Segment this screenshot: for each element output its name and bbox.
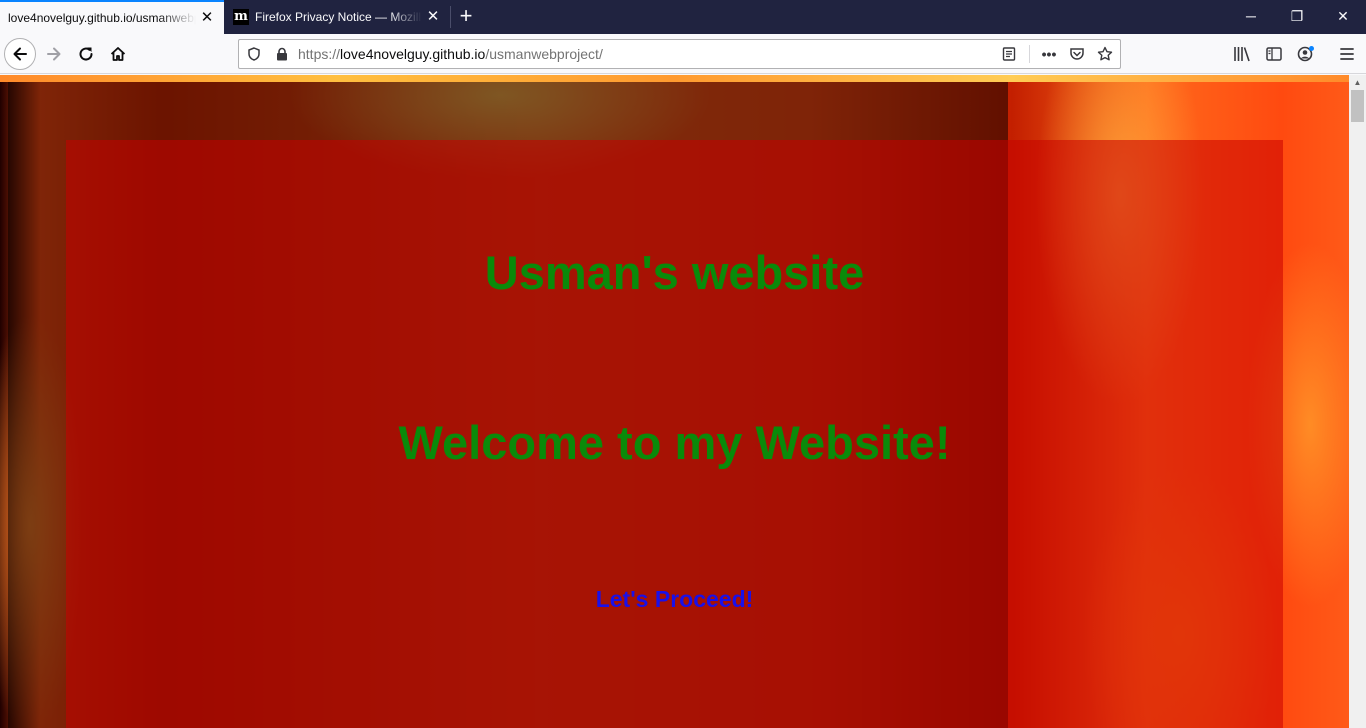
tab-usman-website[interactable]: love4novelguy.github.io/usmanwebproject/… xyxy=(0,0,224,34)
welcome-heading: Welcome to my Website! xyxy=(398,416,951,469)
back-icon xyxy=(13,47,27,61)
content-panel: Usman's website Welcome to my Website! L… xyxy=(66,140,1283,728)
menu-icon xyxy=(1340,48,1354,60)
page-viewport: Usman's website Welcome to my Website! L… xyxy=(0,75,1349,728)
vertical-scrollbar[interactable] xyxy=(1349,75,1366,728)
tab-title: Firefox Privacy Notice — Mozilla xyxy=(255,10,422,24)
scrollbar-thumb[interactable] xyxy=(1351,90,1364,122)
more-actions-icon[interactable]: ••• xyxy=(1038,40,1060,68)
pocket-icon[interactable] xyxy=(1066,40,1088,70)
tab-strip: love4novelguy.github.io/usmanwebproject/… xyxy=(0,0,1366,34)
url-path: /usmanwebproject/ xyxy=(485,46,603,62)
fire-top-strip xyxy=(0,75,1349,82)
menu-button[interactable] xyxy=(1331,38,1363,70)
lock-icon[interactable] xyxy=(271,40,293,70)
bookmark-star-icon[interactable] xyxy=(1094,40,1116,71)
library-button[interactable] xyxy=(1226,38,1258,70)
restore-button[interactable]: ❐ xyxy=(1274,0,1320,34)
home-button[interactable] xyxy=(102,38,134,70)
url-text[interactable]: https://love4novelguy.github.io/usmanweb… xyxy=(298,40,603,68)
url-host: love4novelguy.github.io xyxy=(340,46,486,62)
proceed-link[interactable]: Let's Proceed! xyxy=(66,586,1283,613)
shield-icon[interactable] xyxy=(243,40,265,70)
sidebar-icon xyxy=(1266,47,1282,61)
new-tab-button[interactable]: + xyxy=(452,0,480,34)
forward-icon xyxy=(47,47,61,61)
minimize-button[interactable]: ─ xyxy=(1228,0,1274,34)
back-button[interactable] xyxy=(4,38,36,70)
url-bar[interactable]: https://love4novelguy.github.io/usmanweb… xyxy=(238,39,1121,69)
reload-button[interactable] xyxy=(70,38,102,70)
library-icon xyxy=(1234,47,1250,62)
account-icon xyxy=(1297,46,1314,62)
reload-icon xyxy=(79,47,93,61)
forward-button[interactable] xyxy=(38,38,70,70)
account-button[interactable] xyxy=(1290,38,1322,70)
tab-close-icon[interactable]: ✕ xyxy=(422,7,444,27)
tab-close-icon[interactable]: ✕ xyxy=(196,8,218,28)
url-scheme: https:// xyxy=(298,46,341,62)
close-window-button[interactable]: ✕ xyxy=(1320,0,1366,34)
tab-privacy-notice[interactable]: m Firefox Privacy Notice — Mozilla ✕ xyxy=(225,0,450,34)
site-title: Usman's website xyxy=(484,246,865,299)
reader-view-icon[interactable] xyxy=(998,40,1020,70)
tab-separator xyxy=(450,6,451,28)
scroll-up-arrow-icon[interactable]: ▲ xyxy=(1349,75,1366,90)
url-separator xyxy=(1029,45,1030,63)
tab-title: love4novelguy.github.io/usmanwebproject/ xyxy=(8,11,196,25)
sidebar-button[interactable] xyxy=(1258,38,1290,70)
navigation-toolbar: https://love4novelguy.github.io/usmanweb… xyxy=(0,34,1366,74)
mozilla-favicon-icon: m xyxy=(233,9,249,25)
home-icon xyxy=(110,47,126,61)
